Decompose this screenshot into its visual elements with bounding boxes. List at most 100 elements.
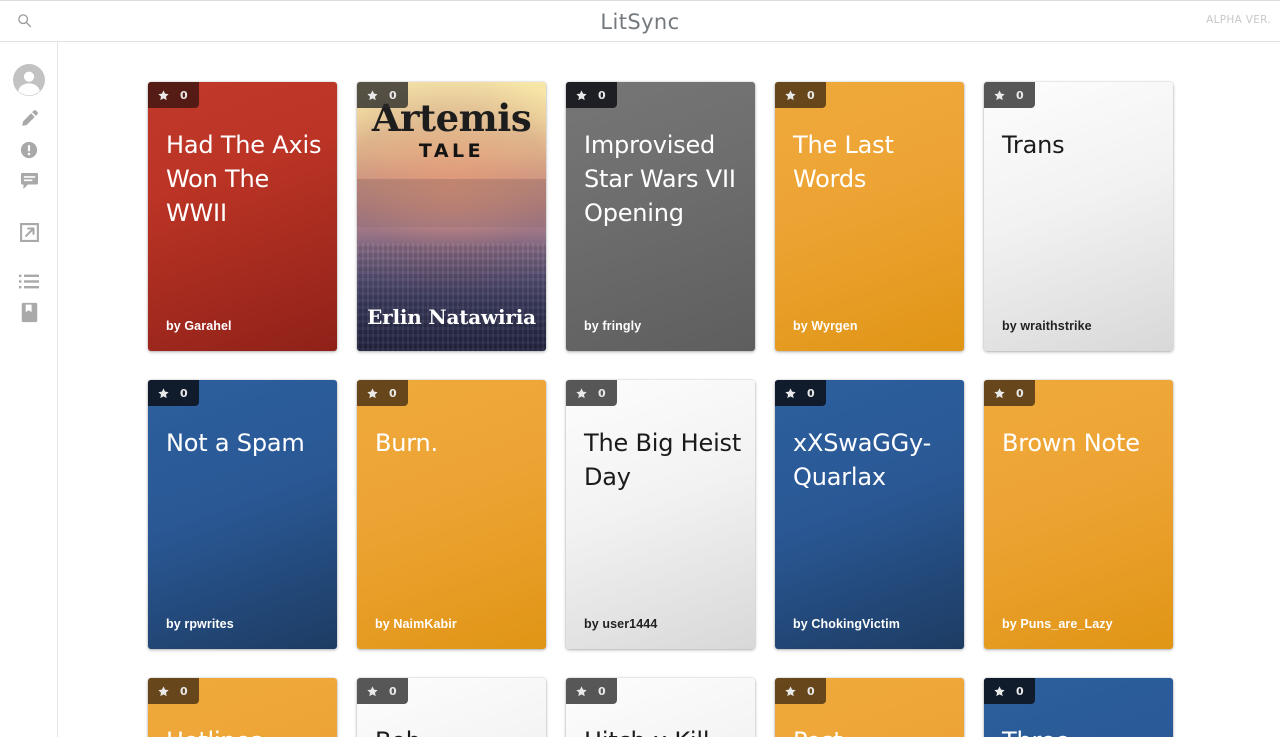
card-background	[566, 380, 755, 649]
page-title: LitSync	[600, 10, 680, 34]
pencil-icon	[20, 109, 39, 128]
card-title: Hitch x Kill	[584, 724, 745, 737]
star-count: 0	[180, 386, 188, 400]
star-count: 0	[1016, 88, 1024, 102]
star-count: 0	[1016, 386, 1024, 400]
card-title: Burn.	[375, 429, 438, 457]
card-title: Had The Axis Won The WWII	[166, 131, 322, 227]
external-link-icon	[19, 222, 40, 243]
story-grid: 0 Had The Axis Won The WWII by Garahel 0 Art…	[148, 82, 1208, 737]
star-badge[interactable]: 0	[357, 678, 408, 704]
star-count: 0	[598, 386, 606, 400]
star-icon	[576, 685, 587, 697]
story-card[interactable]: 0 Had The Axis Won The WWII by Garahel	[148, 82, 337, 351]
star-badge[interactable]: 0	[148, 678, 199, 704]
star-count: 0	[1016, 684, 1024, 698]
story-card[interactable]: 0 Hotlines	[148, 678, 337, 737]
star-icon	[785, 89, 796, 101]
card-author: by Puns_are_Lazy	[1002, 617, 1113, 631]
exclamation-circle-icon	[20, 141, 38, 159]
star-count: 0	[598, 88, 606, 102]
star-icon	[576, 387, 587, 399]
star-badge[interactable]: 0	[148, 82, 199, 108]
star-icon	[158, 89, 169, 101]
story-card[interactable]: 0 Three	[984, 678, 1173, 737]
story-card[interactable]: 0 The Big Heist Day by user1444	[566, 380, 755, 649]
star-icon	[367, 685, 378, 697]
card-title: xXSwaGGy-Quarlax	[793, 429, 932, 491]
star-badge[interactable]: 0	[775, 380, 826, 406]
story-card[interactable]: 0 Artemis TALE Erlin Natawiria	[357, 82, 546, 351]
card-background	[984, 82, 1173, 351]
card-background	[357, 380, 546, 649]
cover-photo-city	[357, 243, 546, 351]
star-count: 0	[389, 88, 397, 102]
star-icon	[994, 89, 1005, 101]
star-icon	[785, 685, 796, 697]
star-count: 0	[389, 684, 397, 698]
star-count: 0	[807, 88, 815, 102]
star-icon	[367, 89, 378, 101]
star-count: 0	[180, 684, 188, 698]
star-badge[interactable]: 0	[566, 380, 617, 406]
card-author: by wraithstrike	[1002, 319, 1092, 333]
star-badge[interactable]: 0	[566, 82, 617, 108]
card-author: by Wyrgen	[793, 319, 858, 333]
star-badge[interactable]: 0	[984, 82, 1035, 108]
story-card[interactable]: 0 The Last Words by Wyrgen	[775, 82, 964, 351]
story-card[interactable]: 0 Not a Spam by rpwrites	[148, 380, 337, 649]
star-icon	[367, 387, 378, 399]
star-icon	[994, 387, 1005, 399]
star-badge[interactable]: 0	[566, 678, 617, 704]
list-icon	[19, 274, 39, 289]
version-badge: ALPHA VER.	[1206, 14, 1271, 26]
sidebar	[0, 42, 58, 737]
star-badge[interactable]: 0	[148, 380, 199, 406]
cover-photo-ridge	[357, 178, 546, 228]
star-count: 0	[598, 684, 606, 698]
chat-bubble-icon	[20, 172, 39, 190]
card-author: by NaimKabir	[375, 617, 457, 631]
story-card[interactable]: 0 xXSwaGGy-Quarlax by ChokingVictim	[775, 380, 964, 649]
card-author: by rpwrites	[166, 617, 234, 631]
star-count: 0	[807, 684, 815, 698]
star-badge[interactable]: 0	[357, 380, 408, 406]
star-badge[interactable]: 0	[984, 380, 1035, 406]
star-count: 0	[807, 386, 815, 400]
story-grid-container: 0 Had The Axis Won The WWII by Garahel 0 Art…	[59, 43, 1280, 737]
sidebar-item-write[interactable]	[0, 102, 58, 134]
story-card[interactable]: 0 Improvised Star Wars VII Opening by frin…	[566, 82, 755, 351]
star-count: 0	[389, 386, 397, 400]
card-subtitle: TALE	[418, 140, 485, 162]
sidebar-item-alerts[interactable]	[0, 135, 58, 165]
star-icon	[158, 685, 169, 697]
card-author: by fringly	[584, 319, 642, 333]
card-title: Not a Spam	[166, 429, 305, 457]
story-card[interactable]: 0 Bob	[357, 678, 546, 737]
card-title: The Last Words	[793, 131, 894, 193]
star-count: 0	[180, 88, 188, 102]
story-card[interactable]: 0 Hitch x Kill	[566, 678, 755, 737]
sidebar-item-profile[interactable]	[0, 60, 58, 100]
story-card[interactable]: 0 Trans by wraithstrike	[984, 82, 1173, 351]
sidebar-item-share[interactable]	[0, 215, 58, 249]
card-background	[148, 380, 337, 649]
star-icon	[576, 89, 587, 101]
sidebar-item-messages[interactable]	[0, 166, 58, 196]
sidebar-item-library[interactable]	[0, 297, 58, 327]
star-badge[interactable]: 0	[775, 82, 826, 108]
card-author: by user1444	[584, 617, 658, 631]
card-author: Erlin Natawiria	[367, 305, 536, 329]
star-badge[interactable]: 0	[775, 678, 826, 704]
story-card[interactable]: 0 Post-	[775, 678, 964, 737]
sidebar-item-list[interactable]	[0, 267, 58, 295]
card-title: The Big Heist Day	[584, 429, 742, 491]
star-badge[interactable]: 0	[357, 82, 408, 108]
star-icon	[994, 685, 1005, 697]
story-card[interactable]: 0 Burn. by NaimKabir	[357, 380, 546, 649]
story-card[interactable]: 0 Brown Note by Puns_are_Lazy	[984, 380, 1173, 649]
star-icon	[158, 387, 169, 399]
star-badge[interactable]: 0	[984, 678, 1035, 704]
card-title: Hotlines	[166, 724, 327, 737]
card-title: Three	[1002, 724, 1163, 737]
